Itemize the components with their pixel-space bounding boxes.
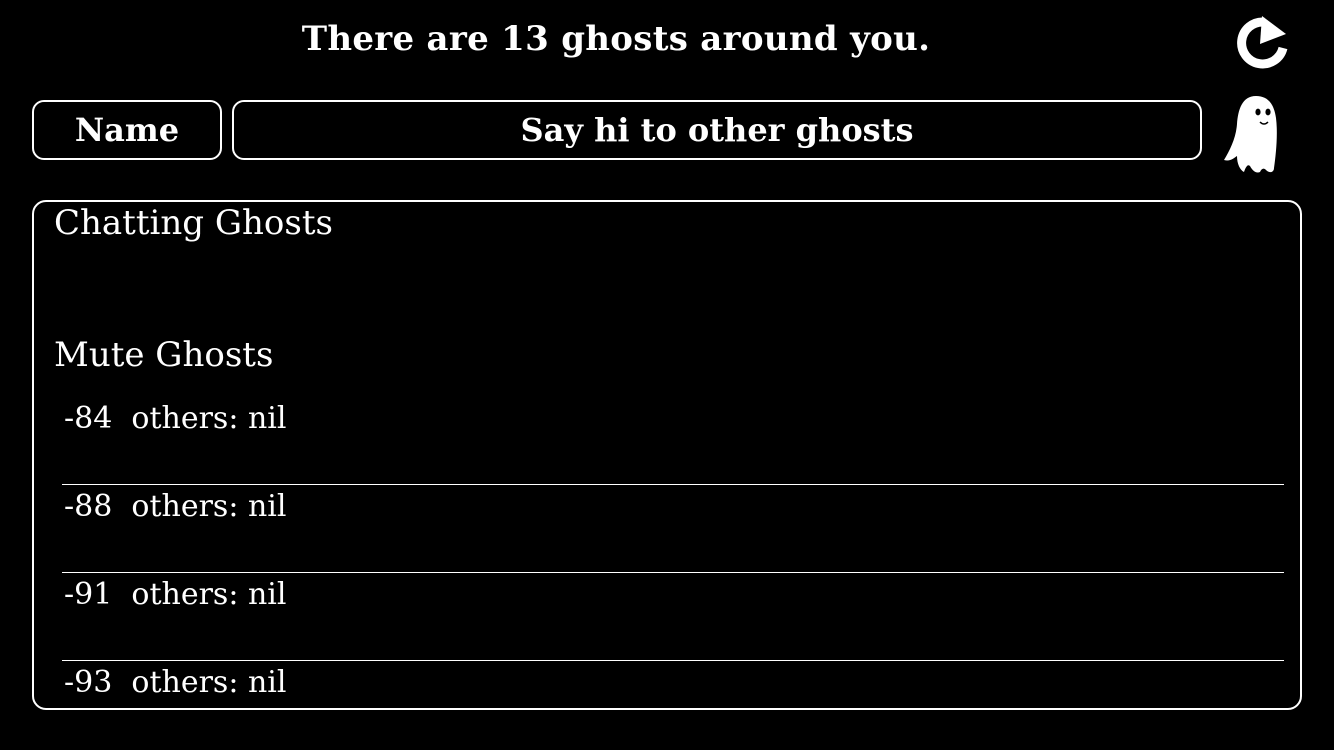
name-field[interactable]: Name	[32, 100, 222, 160]
mute-ghosts-list: -84 others: nil -88 others: nil -91 othe…	[62, 397, 1284, 708]
list-item[interactable]: -84 others: nil	[62, 397, 1284, 485]
signal-strength: -93	[64, 665, 113, 700]
signal-strength: -88	[64, 489, 113, 524]
ghost-button[interactable]	[1220, 94, 1284, 176]
others-text: others: nil	[131, 665, 287, 700]
signal-strength: -84	[64, 401, 113, 436]
refresh-icon	[1237, 16, 1288, 69]
message-field[interactable]: Say hi to other ghosts	[232, 100, 1202, 160]
ghost-icon	[1224, 96, 1277, 173]
signal-strength: -91	[64, 577, 113, 612]
others-text: others: nil	[131, 401, 287, 436]
ghost-list-panel[interactable]: Chatting Ghosts Mute Ghosts -84 others: …	[32, 200, 1302, 710]
list-item[interactable]: -88 others: nil	[62, 485, 1284, 573]
others-text: others: nil	[131, 577, 287, 612]
others-text: others: nil	[131, 489, 287, 524]
chatting-ghosts-heading: Chatting Ghosts	[54, 203, 333, 243]
list-item[interactable]: -93 others: nil	[62, 661, 1284, 708]
refresh-button[interactable]	[1234, 16, 1290, 70]
ghost-count-title: There are 13 ghosts around you.	[301, 19, 931, 59]
mute-ghosts-heading: Mute Ghosts	[54, 335, 274, 375]
list-item[interactable]: -91 others: nil	[62, 573, 1284, 661]
